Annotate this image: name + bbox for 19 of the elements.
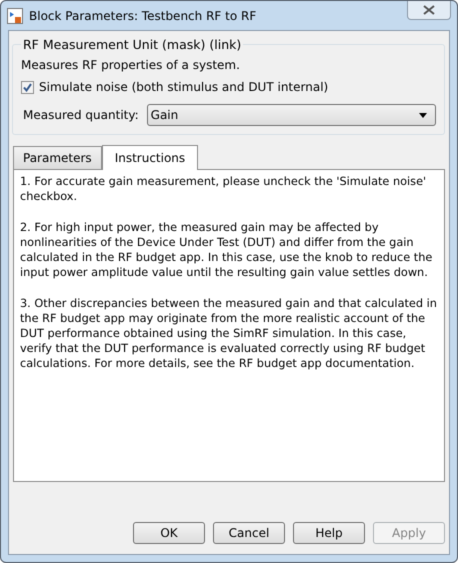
tab[interactable]: Instructions [102,145,198,170]
close-icon [423,5,435,15]
dialog-button[interactable]: OK [133,522,205,544]
instruction-paragraph: 3. Other discrepancies between the measured gain and that calculated in the RF budget app may originate from the more realistic account of the DUT performance obtained using the SimRF simulation. In this case, verify that the DUT performance is evaluated correctly using RF budget calculations. For more details, see the RF budget app documentation. [20,296,438,371]
dropdown-label: Measured quantity: [23,108,139,122]
instruction-paragraph: 1. For accurate gain measurement, please uncheck the 'Simulate noise' checkbox. [20,174,428,204]
group-title: RF Measurement Unit (mask) (link) [22,37,242,52]
window-title: Block Parameters: Testbench RF to RF [29,8,258,22]
checkbox-label: Simulate noise (both stimulus and DUT internal) [39,80,328,94]
dropdown-arrow-icon [419,112,427,118]
dialog-button[interactable]: Cancel [213,522,285,544]
dialog-button[interactable]: Help [293,522,365,544]
close-button[interactable] [407,1,451,20]
tab[interactable]: Parameters [13,146,102,169]
description: Measures RF properties of a system. [21,58,241,72]
block-icon [7,8,23,24]
quantity-dropdown[interactable]: Gain [146,104,436,126]
checkbox[interactable] [21,80,34,94]
instruction-paragraph: 2. For high input power, the measured gain may be affected by nonlinearities of the Device Under Test (DUT) and differ from the gain calculated in the RF budget app. In this case, use the knob to reduce the input power amplitude value until the resulting gain value settles down. [20,220,434,280]
